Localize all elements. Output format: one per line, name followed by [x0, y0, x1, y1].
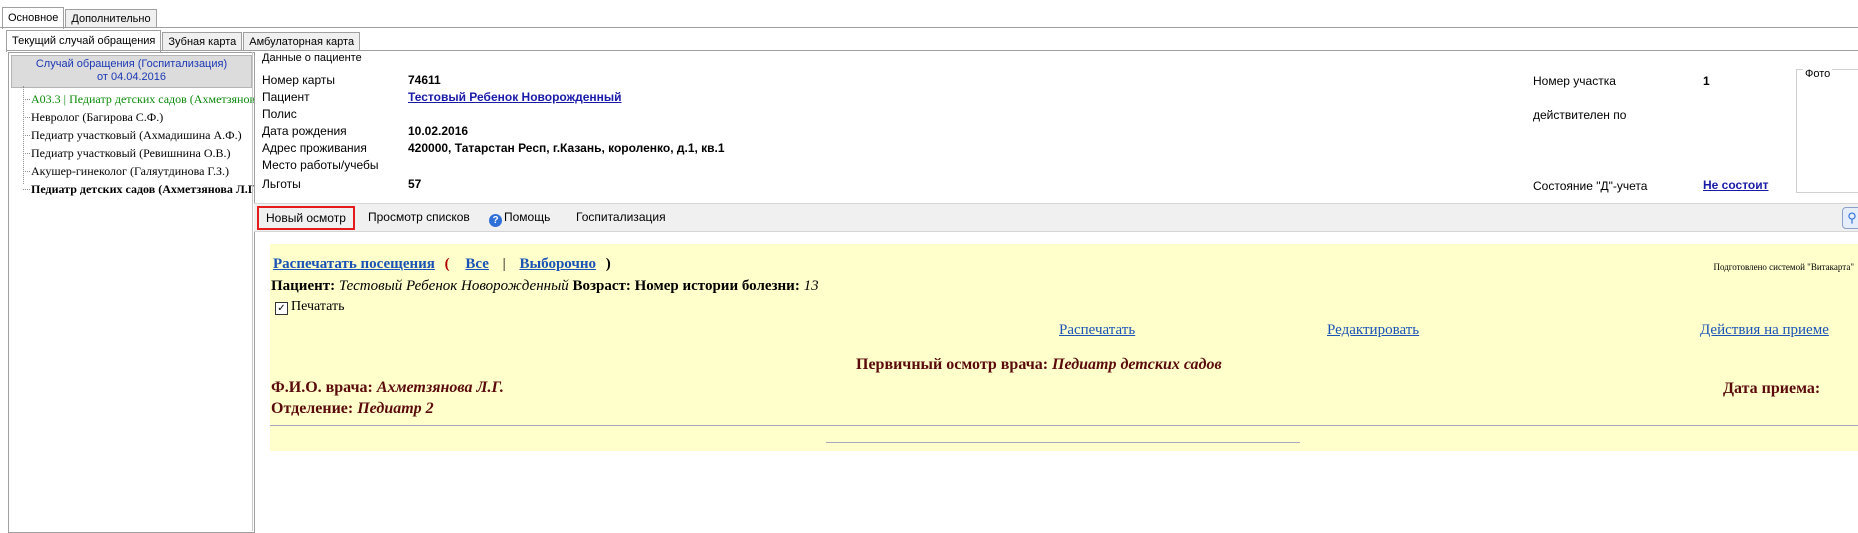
patient-info-line: Пациент: Тестовый Ребенок Новорожденный …	[271, 278, 819, 295]
photo-box	[1796, 69, 1858, 193]
birth-date-value: 10.02.2016	[408, 124, 469, 138]
print-visits-row: Распечатать посещения ( Все | Выборочно …	[273, 256, 611, 273]
patient-name-link[interactable]: Тестовый Ребенок Новорожденный	[408, 90, 622, 104]
inner-tabs-border	[6, 50, 1858, 51]
search-icon[interactable]: ⚲	[1842, 207, 1858, 229]
report-short-divider	[826, 442, 1300, 443]
tab-outpatient-card[interactable]: Амбулаторная карта	[243, 32, 361, 51]
patient-label: Пациент	[262, 90, 310, 104]
workplace-label: Место работы/учебы	[262, 158, 379, 172]
help-icon: ?	[489, 214, 502, 227]
department-label: Отделение:	[271, 400, 354, 417]
exam-title: Первичный осмотр врача: Педиатр детских …	[856, 356, 1222, 374]
tree-item-visit[interactable]: А03.3 | Педиатр детских садов (Ахметзяно…	[19, 90, 254, 108]
link-separator: |	[502, 256, 506, 272]
new-exam-button[interactable]: Новый осмотр	[257, 206, 355, 230]
print-link[interactable]: Распечатать	[1059, 322, 1135, 339]
tab-dental-card[interactable]: Зубная карта	[162, 32, 243, 51]
top-tabs-border	[0, 27, 1858, 28]
photo-label: Фото	[1803, 68, 1833, 80]
hospitalization-button[interactable]: Госпитализация	[576, 208, 666, 226]
tree-item-visit[interactable]: Педиатр участковый (Ревишнина О.В.)	[19, 144, 254, 162]
report-age-label: Возраст:	[572, 278, 631, 294]
tab-additional[interactable]: Дополнительно	[65, 9, 157, 28]
print-visits-link[interactable]: Распечатать посещения	[273, 256, 435, 272]
prepared-by-note: Подготовлено системой "Витакарта"	[1713, 262, 1854, 272]
benefits-label: Льготы	[262, 177, 301, 191]
case-date: от 04.04.2016	[96, 71, 167, 83]
all-link[interactable]: Все	[465, 256, 489, 272]
tab-main[interactable]: Основное	[2, 7, 65, 29]
exam-title-label: Первичный осмотр врача:	[856, 356, 1049, 373]
card-number-label: Номер карты	[262, 73, 335, 87]
report-history-value: 13	[803, 278, 819, 294]
address-value: 420000, Татарстан Респ, г.Казань, короле…	[408, 141, 725, 155]
d-registration-label: Состояние "Д"-учета	[1533, 179, 1648, 193]
card-number-value: 74611	[408, 73, 441, 87]
print-checkbox[interactable]: ✓	[275, 302, 288, 315]
toolbar: Новый осмотр Просмотр списков ? Помощь Го…	[254, 203, 1858, 232]
tree-item-visit[interactable]: Невролог (Багирова С.Ф.)	[19, 108, 254, 126]
tree-item-visit[interactable]: Педиатр участковый (Ахмадишина А.Ф.)	[19, 126, 254, 144]
visit-date-label: Дата приема:	[1723, 380, 1821, 397]
district-label: Номер участка	[1533, 74, 1616, 88]
patient-group-legend: Данные о пациенте	[262, 52, 362, 64]
print-checkbox-label: Печатать	[291, 299, 345, 314]
doctor-label: Ф.И.О. врача:	[271, 379, 373, 396]
print-checkbox-row[interactable]: ✓ Печатать	[275, 299, 345, 315]
case-header[interactable]: Случай обращения (Госпитализация) от 04.…	[11, 55, 252, 88]
inner-tabs: Текущий случай обращения Зубная карта Ам…	[6, 29, 361, 52]
patient-data-group: Данные о пациенте Номер карты 74611 Паци…	[256, 52, 1858, 202]
doctor-value: Ахметзянова Л.Г.	[376, 379, 504, 396]
department-value: Педиатр 2	[357, 400, 434, 417]
actions-link[interactable]: Действия на приеме	[1700, 322, 1829, 339]
case-tree-panel: Случай обращения (Госпитализация) от 04.…	[8, 52, 255, 533]
view-lists-button[interactable]: Просмотр списков	[368, 208, 470, 226]
case-title: Случай обращения (Госпитализация)	[35, 58, 228, 70]
tab-current-case[interactable]: Текущий случай обращения	[6, 30, 162, 52]
report-patient-label: Пациент:	[271, 278, 336, 294]
district-value: 1	[1703, 74, 1710, 88]
report-history-label: Номер истории болезни:	[634, 278, 800, 294]
paren-close: )	[605, 256, 611, 272]
policy-label: Полис	[262, 107, 297, 121]
panel-splitter[interactable]	[252, 52, 253, 531]
selective-link[interactable]: Выборочно	[519, 256, 596, 272]
edit-link[interactable]: Редактировать	[1327, 322, 1419, 339]
help-label: Помощь	[504, 210, 551, 224]
tree-item-visit-selected[interactable]: Педиатр детских садов (Ахметзянова Л.Г.)	[19, 180, 254, 198]
top-tabs: Основное Дополнительно	[2, 6, 158, 29]
report-divider	[270, 425, 1858, 426]
doctor-line: Ф.И.О. врача: Ахметзянова Л.Г.	[271, 379, 504, 397]
benefits-value: 57	[408, 177, 422, 191]
tree-item-visit[interactable]: Акушер-гинеколог (Галяутдинова Г.З.)	[19, 162, 254, 180]
report-patient-name: Тестовый Ребенок Новорожденный	[338, 278, 569, 294]
d-registration-link[interactable]: Не состоит	[1703, 178, 1769, 192]
valid-until-label: действителен по	[1533, 108, 1627, 122]
address-label: Адрес проживания	[262, 141, 367, 155]
help-button[interactable]: ? Помощь	[489, 208, 551, 227]
birth-date-label: Дата рождения	[262, 124, 347, 138]
paren-open: (	[444, 256, 450, 272]
department-line: Отделение: Педиатр 2	[271, 400, 434, 418]
visits-tree: А03.3 | Педиатр детских садов (Ахметзяно…	[19, 86, 254, 198]
exam-title-value: Педиатр детских садов	[1052, 356, 1222, 373]
exam-report: Распечатать посещения ( Все | Выборочно …	[270, 244, 1858, 451]
